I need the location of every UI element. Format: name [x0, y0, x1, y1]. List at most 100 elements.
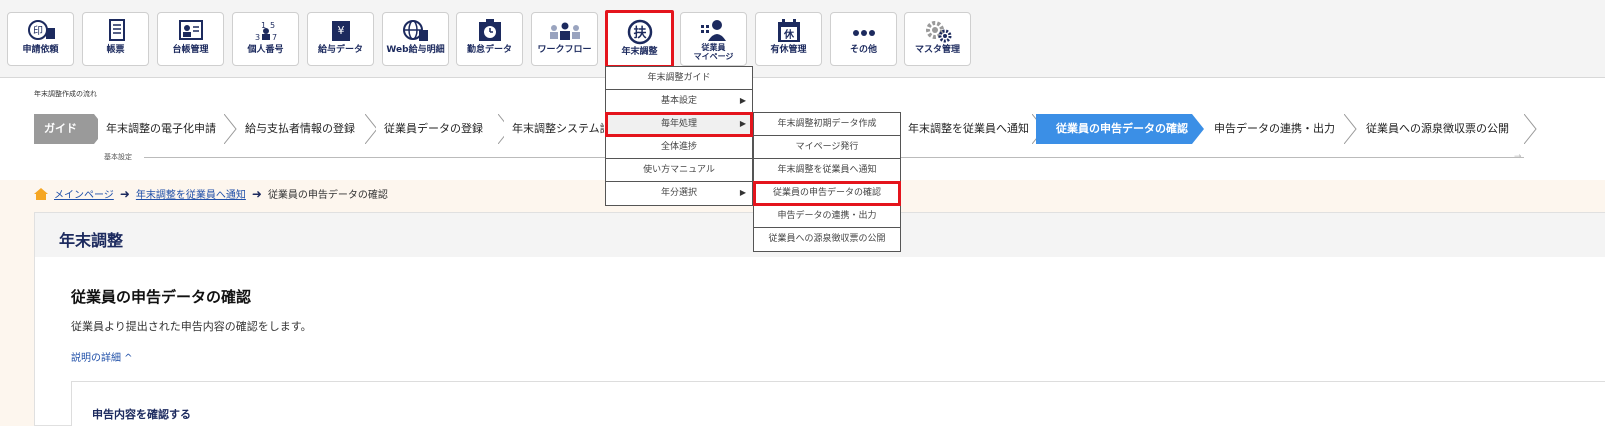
- svg-text:¥: ¥: [337, 24, 344, 37]
- flow-step-payer-info[interactable]: 給与支払者情報の登録: [237, 114, 365, 144]
- fuyo-icon: 扶: [627, 19, 652, 45]
- declaration-check-title: 申告内容を確認する: [92, 408, 191, 421]
- breadcrumb-current: 従業員の申告データの確認: [267, 190, 388, 201]
- toolbar-button-label: 年末調整: [621, 47, 658, 57]
- toolbar-button-label-line2: マイページ: [693, 52, 734, 61]
- number-icon-digit: 5: [270, 21, 275, 30]
- flow-chevron: [1344, 114, 1357, 144]
- attendance-icon: [478, 19, 501, 41]
- submenu-item-notify-employees[interactable]: 年末調整を従業員へ通知: [754, 159, 900, 182]
- menu-item-basic-settings[interactable]: 基本設定 ▶: [606, 90, 752, 113]
- document-icon: [108, 19, 125, 41]
- workflow-icon: [549, 22, 580, 40]
- toolbar-button-employee-mypage[interactable]: 従業員 マイページ: [680, 12, 747, 66]
- toolbar-button-ledger[interactable]: 台帳管理: [157, 12, 224, 66]
- toolbar-button-label: 給与データ: [317, 45, 363, 55]
- toolbar-button-label: 台帳管理: [172, 45, 209, 55]
- toolbar-button-application-request[interactable]: 印 申請依頼: [7, 12, 74, 66]
- submenu-arrow-icon: ▶: [739, 188, 746, 197]
- flow-chevron: [224, 114, 237, 144]
- toolbar-button-year-end-adjustment[interactable]: 扶 年末調整: [605, 10, 674, 68]
- menu-item-label: 基本設定: [660, 96, 697, 106]
- toolbar-button-label: Web給与明細: [386, 45, 445, 55]
- toolbar-button-salary-data[interactable]: ¥ 給与データ: [307, 12, 374, 66]
- toolbar-button-label: その他: [849, 45, 877, 55]
- more-icon: [852, 30, 875, 36]
- fuyo-icon-glyph: 扶: [633, 25, 647, 41]
- flow-step-guide[interactable]: ガイド: [34, 114, 94, 144]
- toolbar-button-label: 有休管理: [770, 45, 807, 55]
- flow-chevron-current: [1192, 114, 1204, 144]
- breadcrumb-home-link[interactable]: メインページ: [54, 186, 114, 201]
- toolbar-button-attendance[interactable]: 勤怠データ: [456, 12, 523, 66]
- toolbar-button-forms[interactable]: 帳票: [82, 12, 149, 66]
- section-description: 従業員より提出された申告内容の確認をします。: [71, 320, 312, 333]
- salary-data-icon: ¥: [331, 21, 350, 41]
- stamp-icon: 印: [27, 20, 55, 40]
- menu-item-manual[interactable]: 使い方マニュアル: [606, 159, 752, 182]
- submenu-item-check-declarations[interactable]: 従業員の申告データの確認: [753, 181, 901, 206]
- toolbar-button-master[interactable]: マスタ管理: [904, 12, 971, 66]
- flow-step-employee-data[interactable]: 従業員データの登録: [376, 114, 498, 144]
- flow-chevron: [1524, 114, 1537, 144]
- toolbar-button-label: 勤怠データ: [466, 45, 512, 55]
- submenu-item-link-output[interactable]: 申告データの連携・出力: [754, 205, 900, 228]
- toolbar-button-other[interactable]: その他: [830, 12, 897, 66]
- toolbar-button-paid-leave[interactable]: 休 有休管理: [755, 12, 822, 66]
- submenu-item-publish-withholding[interactable]: 従業員への源泉徴収票の公開: [754, 228, 900, 251]
- page-title: 年末調整: [59, 231, 124, 250]
- details-toggle-link[interactable]: 説明の詳細 ^: [71, 349, 133, 364]
- flow-step-e-application[interactable]: 年末調整の電子化申請: [98, 114, 224, 144]
- toolbar-button-label: 申請依頼: [22, 45, 59, 55]
- flow-caption: 年末調整作成の流れ: [34, 90, 97, 98]
- ledger-icon: [178, 20, 203, 40]
- breadcrumb-arrow-icon: ➜: [251, 186, 262, 201]
- flow-line-arrow-icon: →: [1514, 152, 1522, 162]
- submenu-arrow-icon: ▶: [739, 119, 746, 128]
- web-payslip-icon: [402, 20, 428, 41]
- year-end-dropdown-menu: 年末調整ガイド 基本設定 ▶ 毎年処理 ▶ 全体進捗 使い方マニュアル 年分選択 ▶: [605, 66, 753, 206]
- flow-sub-label: 基本設定: [104, 153, 132, 161]
- menu-item-label: 全体進捗: [660, 142, 697, 152]
- paid-leave-icon-glyph: 休: [783, 28, 795, 41]
- flow-step-notify-employees[interactable]: 年末調整を従業員へ通知: [900, 114, 1032, 144]
- home-icon: [34, 187, 48, 200]
- employee-mypage-icon: [700, 20, 726, 41]
- breadcrumb-parent-link[interactable]: 年末調整を従業員へ通知: [136, 186, 246, 201]
- section-title: 従業員の申告データの確認: [71, 288, 252, 306]
- top-toolbar: 印 申請依頼 帳票 台帳管理 1 5 3 7 個人番号 ¥ 給与データ Web給…: [0, 0, 1605, 78]
- number-icon-digit: 3: [255, 33, 260, 42]
- submenu-item-mypage-issue[interactable]: マイページ発行: [754, 136, 900, 159]
- toolbar-button-label: ワークフロー: [537, 45, 592, 55]
- breadcrumb-arrow-icon: ➜: [119, 186, 130, 201]
- flow-step-link-output[interactable]: 申告データの連携・出力: [1206, 114, 1344, 144]
- flow-step-check-declarations[interactable]: 従業員の申告データの確認: [1036, 114, 1192, 144]
- toolbar-button-label: 帳票: [106, 45, 125, 55]
- declaration-check-box: 申告内容を確認する: [71, 381, 1605, 426]
- toolbar-button-label: 従業員: [701, 43, 726, 52]
- number-icon-digit: 7: [272, 33, 277, 42]
- submenu-arrow-icon: ▶: [739, 96, 746, 105]
- submenu-item-initial-data[interactable]: 年末調整初期データ作成: [754, 113, 900, 136]
- toolbar-button-label: 個人番号: [247, 45, 284, 55]
- menu-item-guide[interactable]: 年末調整ガイド: [606, 67, 752, 90]
- menu-item-overall-progress[interactable]: 全体進捗: [606, 136, 752, 159]
- annual-processing-submenu: 年末調整初期データ作成 マイページ発行 年末調整を従業員へ通知 従業員の申告デー…: [753, 112, 901, 252]
- svg-text:印: 印: [33, 25, 43, 37]
- gear-icon: [925, 21, 951, 43]
- toolbar-button-web-payslip[interactable]: Web給与明細: [382, 12, 449, 66]
- menu-item-label: 年末調整ガイド: [647, 73, 711, 83]
- number-icon: 1 5 3 7: [255, 21, 277, 42]
- menu-item-annual-processing[interactable]: 毎年処理 ▶: [605, 112, 753, 137]
- flow-step-publish-withholding[interactable]: 従業員への源泉徴収票の公開: [1358, 114, 1526, 144]
- menu-item-label: 年分選択: [660, 188, 697, 198]
- flow-step-system-settings[interactable]: 年末調整システム設: [504, 114, 604, 144]
- menu-item-year-select[interactable]: 年分選択 ▶: [606, 182, 752, 205]
- toolbar-button-workflow[interactable]: ワークフロー: [531, 12, 598, 66]
- paid-leave-icon: 休: [777, 19, 800, 42]
- menu-item-label: 毎年処理: [660, 119, 697, 129]
- toolbar-button-personal-number[interactable]: 1 5 3 7 個人番号: [232, 12, 299, 66]
- breadcrumb: メインページ ➜ 年末調整を従業員へ通知 ➜ 従業員の申告データの確認: [34, 186, 388, 201]
- menu-item-label: 使い方マニュアル: [643, 165, 715, 175]
- toolbar-button-label: マスタ管理: [914, 45, 960, 55]
